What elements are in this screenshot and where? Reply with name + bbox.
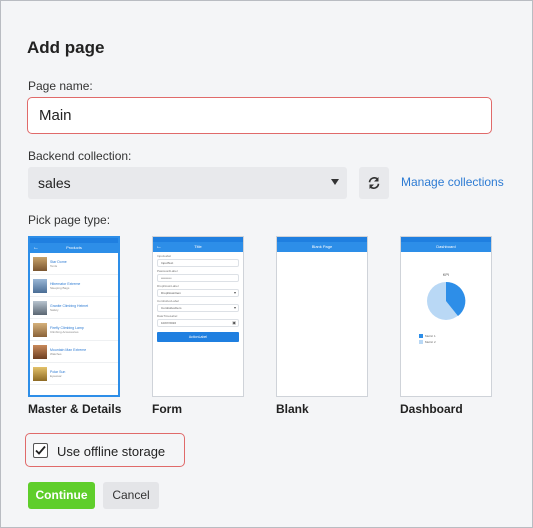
product-category: Sleeping Bags (50, 285, 70, 290)
cancel-button[interactable]: Cancel (103, 482, 159, 509)
legend-label: Metric 1 (425, 334, 436, 338)
list-item: Mountain Man Extreme Watches (30, 341, 118, 363)
chart-title: KPI (442, 272, 450, 277)
dialog-title: Add page (27, 38, 105, 57)
back-arrow-icon: ← (33, 245, 39, 251)
thumb-nav-title: Title (194, 244, 202, 249)
manage-collections-link[interactable]: Manage collections (401, 175, 504, 189)
offline-storage-label: Use offline storage (57, 444, 166, 459)
form-row: ComboboxLabel ComboboxItem ▾ (157, 299, 239, 312)
list-item: Star Dome Tents (30, 253, 118, 275)
caret-down-icon: ▾ (233, 290, 236, 295)
form-row: PasswordLabel •••••••••• (157, 269, 239, 282)
checkmark-icon (35, 445, 46, 455)
product-name: Star Dome (50, 259, 67, 264)
page-type-blank[interactable]: Blank Page (276, 236, 368, 397)
form-row: DropDownLabel DropDownItem ▾ (157, 284, 239, 297)
legend-swatch (419, 340, 423, 344)
product-category: Climbing Accessories (50, 329, 79, 334)
product-image (33, 256, 47, 271)
caret-down-icon: ▾ (233, 305, 236, 310)
continue-button[interactable]: Continue (28, 482, 95, 509)
product-category: Watches (50, 351, 62, 356)
thumb-nav-title: Products (66, 245, 82, 250)
refresh-icon (368, 177, 380, 189)
page-type-label-master-details: Master & Details (28, 402, 122, 416)
backend-collection-value: sales (38, 175, 71, 191)
legend-label: Metric 2 (425, 340, 436, 344)
page-name-input[interactable]: Main (27, 97, 492, 134)
offline-storage-option[interactable]: Use offline storage (25, 433, 185, 467)
thumb-nav-bar: ← Products (30, 243, 118, 253)
product-name: Polar Sun (50, 369, 66, 374)
field-input: 10/07/2016 ▣ (157, 319, 239, 327)
legend-swatch (419, 334, 423, 338)
field-value: DropDownItem (161, 291, 182, 295)
refresh-collections-button[interactable] (359, 167, 389, 199)
page-type-dashboard[interactable]: Dashboard KPI Metric 1 Metric 2 (400, 236, 492, 397)
product-image (33, 344, 47, 359)
form-row: DateTimeLabel 10/07/2016 ▣ (157, 314, 239, 327)
product-name: Firefly Climbing Lamp (50, 325, 84, 330)
field-input: ComboboxItem ▾ (157, 304, 239, 312)
offline-storage-checkbox[interactable] (33, 443, 48, 458)
thumb-action-button: ActionLabel (157, 332, 239, 342)
list-item: Hibernator Extreme Sleeping Bags (30, 275, 118, 297)
list-item: Granite Climbing Helmet Safety (30, 297, 118, 319)
thumb-nav-bar: Dashboard (401, 242, 491, 252)
form-row: InputLabel InputText (157, 254, 239, 267)
pie-chart (427, 281, 466, 320)
product-image (33, 278, 47, 293)
backend-collection-label: Backend collection: (28, 149, 132, 163)
calendar-icon: ▣ (232, 320, 236, 325)
product-name: Granite Climbing Helmet (50, 303, 89, 308)
back-arrow-icon: ← (156, 244, 162, 250)
page-type-form[interactable]: ← Title InputLabel InputText PasswordLab… (152, 236, 244, 397)
field-input: DropDownItem ▾ (157, 289, 239, 297)
field-value: ComboboxItem (161, 306, 182, 310)
field-input: •••••••••• (157, 274, 239, 282)
thumb-nav-bar: Blank Page (277, 242, 367, 252)
page-name-label: Page name: (28, 79, 93, 93)
product-name: Hibernator Extreme (50, 281, 81, 286)
product-image (33, 366, 47, 381)
list-item: Firefly Climbing Lamp Climbing Accessorie… (30, 319, 118, 341)
product-name: Mountain Man Extreme (50, 347, 87, 352)
page-type-master-details[interactable]: ← Products Star Dome Tents Hibernator Ext… (28, 236, 120, 397)
product-category: Safety (50, 307, 59, 312)
thumb-nav-bar: ← Title (153, 242, 243, 252)
thumb-nav-title: Dashboard (436, 244, 456, 249)
page-type-label-dashboard: Dashboard (400, 402, 463, 416)
thumb-nav-title: Blank Page (311, 244, 333, 249)
field-value: 10/07/2016 (161, 321, 177, 325)
legend-item: Metric 2 (419, 339, 491, 345)
page-type-label-form: Form (152, 402, 182, 416)
pick-page-type-label: Pick page type: (28, 213, 111, 227)
chart-legend: Metric 1 Metric 2 (419, 333, 491, 345)
product-category: Eyewear (50, 373, 62, 378)
product-image (33, 300, 47, 315)
backend-collection-select[interactable]: sales (28, 167, 347, 199)
field-input: InputText (157, 259, 239, 267)
list-item: Polar Sun Eyewear (30, 363, 118, 385)
page-type-label-blank: Blank (276, 402, 309, 416)
product-category: Tents (50, 263, 58, 268)
add-page-dialog: Add page Page name: Main Backend collect… (0, 0, 533, 528)
product-image (33, 322, 47, 337)
chevron-down-icon (331, 179, 339, 185)
